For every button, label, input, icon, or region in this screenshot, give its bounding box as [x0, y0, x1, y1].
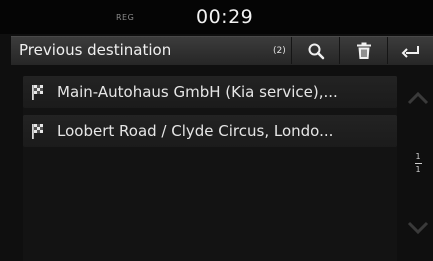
- item-count: (2): [273, 46, 286, 56]
- navigation-screen: REG 00:29 Previous destination (2) Main-…: [0, 0, 433, 261]
- status-bar: REG 00:29: [0, 0, 433, 34]
- page-total: 1: [415, 165, 421, 174]
- destination-label: Main-Autohaus GmbH (Kia service),...: [57, 83, 338, 101]
- page-divider: [414, 163, 422, 164]
- list-item[interactable]: Loobert Road / Clyde Circus, Londo...: [23, 115, 397, 147]
- scroll-up-button[interactable]: [406, 90, 430, 106]
- destination-list: Main-Autohaus GmbH (Kia service),... Loo…: [23, 76, 397, 154]
- back-arrow-icon: [401, 45, 419, 58]
- search-button[interactable]: [291, 37, 339, 64]
- title-bar: Previous destination (2): [11, 36, 433, 65]
- scroll-down-button[interactable]: [406, 220, 430, 236]
- search-icon: [308, 43, 324, 59]
- checkered-flag-icon: [32, 124, 43, 139]
- page-indicator: 1 1: [411, 152, 425, 175]
- list-item[interactable]: Main-Autohaus GmbH (Kia service),...: [23, 76, 397, 108]
- delete-button[interactable]: [339, 37, 387, 64]
- checkered-flag-icon: [32, 85, 43, 100]
- trash-icon: [356, 42, 371, 59]
- page-current: 1: [415, 152, 421, 161]
- page-title: Previous destination: [19, 41, 172, 59]
- reg-indicator: REG: [116, 13, 135, 22]
- destination-label: Loobert Road / Clyde Circus, Londo...: [57, 122, 334, 140]
- clock: 00:29: [196, 6, 254, 28]
- back-button[interactable]: [387, 37, 433, 64]
